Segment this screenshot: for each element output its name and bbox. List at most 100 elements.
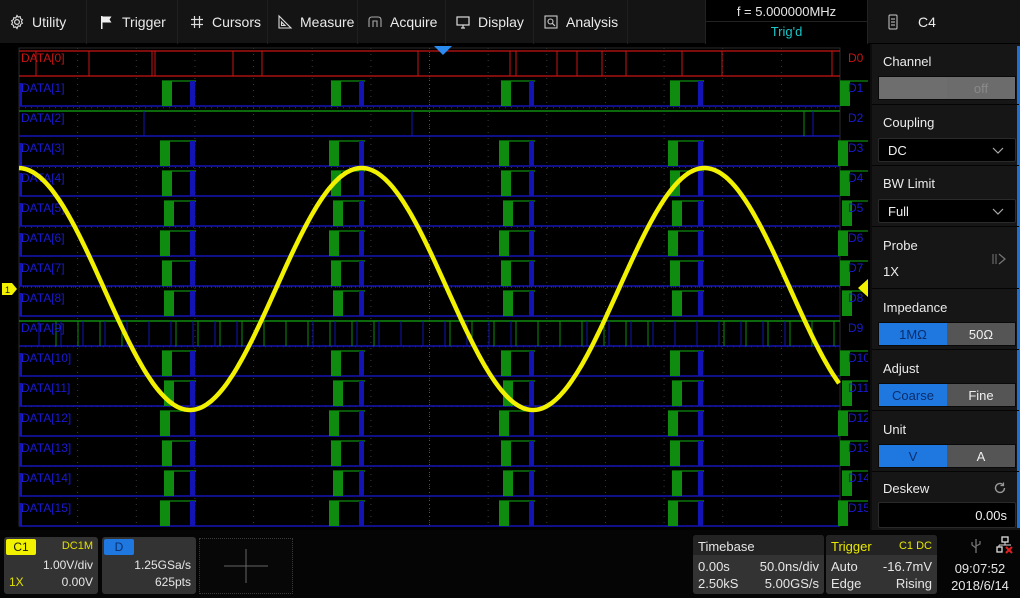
c1-coupling: DC1M	[61, 540, 93, 552]
channel-header-label: C4	[918, 14, 936, 30]
menu-cursors[interactable]: Cursors	[180, 0, 268, 44]
digital-pulse-low	[698, 261, 703, 286]
digital-pulse-low	[529, 411, 534, 436]
bw-limit-value: Full	[888, 203, 909, 219]
unit-option-v[interactable]: V	[879, 445, 947, 467]
timebase-card[interactable]: Timebase 0.00s 50.0ns/div 2.50kS 5.00GS/…	[693, 535, 824, 594]
impedance-option-50ohm[interactable]: 50Ω	[947, 323, 1015, 345]
digital-pulse-high	[501, 171, 511, 196]
adjust-toggle[interactable]: Coarse Fine	[878, 383, 1016, 407]
digital-channel-label: DATA[15]	[21, 501, 71, 515]
adjust-option-fine[interactable]: Fine	[947, 384, 1015, 406]
unit-section: Unit V A	[872, 411, 1019, 472]
digital-channel-tag: D10	[848, 351, 868, 365]
c1-probe: 1X	[9, 575, 24, 589]
channel-toggle-on-side[interactable]	[879, 77, 947, 99]
frequency-readout: f = 5.000000MHz	[736, 4, 837, 19]
digital-pulse-low	[190, 501, 195, 526]
trigger-type: Edge	[831, 576, 862, 591]
unit-option-a[interactable]: A	[947, 445, 1015, 467]
trigger-card[interactable]: Trigger C1 DC Auto -16.7mV Edge Rising	[826, 535, 937, 594]
bw-limit-dropdown[interactable]: Full	[878, 199, 1016, 223]
menu-display[interactable]: Display	[446, 0, 534, 44]
digital-pulse-high	[672, 291, 682, 316]
digital-pulse-low	[359, 201, 364, 226]
digital-channel-label: DATA[9]	[21, 321, 65, 335]
digital-channel-tag: D7	[848, 261, 864, 275]
digital-channel-label: DATA[5]	[21, 201, 65, 215]
deskew-input[interactable]: 0.00s	[878, 502, 1016, 528]
digital-pulse-low	[359, 81, 364, 106]
digital-channel-tag: D15	[848, 501, 868, 515]
digital-channel-tag: D8	[848, 291, 864, 305]
menu-bar: Utility Trigger Cursors Measure Acquire …	[0, 0, 1020, 44]
digital-pulse-high	[501, 261, 511, 286]
digital-pulse-high	[160, 501, 170, 526]
menu-measure-label: Measure	[300, 14, 355, 30]
menu-acquire[interactable]: Acquire	[358, 0, 446, 44]
digital-pulse-low	[698, 501, 703, 526]
chevron-down-icon	[992, 147, 1004, 154]
menu-cursors-label: Cursors	[212, 14, 262, 30]
adjust-option-coarse[interactable]: Coarse	[879, 384, 947, 406]
digital-pulse-low	[529, 291, 534, 316]
digital-pulse-high	[160, 411, 170, 436]
digital-pulse-low	[698, 381, 703, 406]
digital-pulse-low	[529, 471, 534, 496]
digital-channel-label: DATA[3]	[21, 141, 65, 155]
channel-toggle-off[interactable]: off	[947, 77, 1015, 99]
digital-pulse-high	[329, 501, 339, 526]
timebase-scale: 50.0ns/div	[759, 559, 819, 574]
channel-toggle[interactable]: off	[878, 76, 1016, 100]
digital-pulse-high	[160, 231, 170, 256]
adjust-section: Adjust Coarse Fine	[872, 350, 1019, 411]
graticule-border	[18, 47, 841, 527]
digital-pulse-low	[190, 141, 195, 166]
digital-channel-card[interactable]: D 1.25GSa/s 625pts	[102, 537, 196, 594]
trigger-mode: Auto	[831, 559, 858, 574]
digital-pulse-low	[698, 81, 703, 106]
digital-points: 625pts	[154, 575, 191, 589]
impedance-label: Impedance	[883, 300, 948, 315]
digital-pulse-low	[529, 141, 534, 166]
probe-section[interactable]: Probe 1X	[872, 227, 1019, 289]
usb-icon	[971, 539, 981, 553]
coupling-section: Coupling DC	[872, 105, 1019, 166]
digital-pulse-low	[698, 471, 703, 496]
frequency-counter: f = 5.000000MHz Trig'd	[705, 0, 868, 44]
digital-channel-tag: D1	[848, 81, 864, 95]
digital-pulse-high	[329, 141, 339, 166]
menu-trigger[interactable]: Trigger	[90, 0, 178, 44]
menu-analysis[interactable]: Analysis	[534, 0, 628, 44]
timebase-sample-rate: 5.00GS/s	[764, 576, 819, 591]
unit-toggle[interactable]: V A	[878, 444, 1016, 468]
digital-pulse-low	[529, 501, 534, 526]
waveform-display[interactable]: DATA[0] D0 DATA[1] D1 DATA[2] D2 DATA[3] D3 DATA…	[0, 44, 868, 530]
clock-time: 09:07:52	[954, 561, 1006, 576]
coupling-dropdown[interactable]: DC	[878, 138, 1016, 162]
digital-pulse-low	[190, 231, 195, 256]
digital-channel-label: DATA[6]	[21, 231, 65, 245]
deskew-label: Deskew	[883, 481, 930, 496]
digital-pulse-low	[698, 141, 703, 166]
timebase-delay: 0.00s	[698, 559, 730, 574]
digital-channel-tag: D11	[848, 381, 868, 395]
network-disconnected-icon	[996, 536, 1013, 554]
impedance-option-1mohm[interactable]: 1MΩ	[879, 323, 947, 345]
digital-channel-label: DATA[7]	[21, 261, 65, 275]
reset-icon[interactable]	[993, 481, 1007, 495]
crosshair-icon	[224, 549, 268, 583]
bw-limit-section: BW Limit Full	[872, 166, 1019, 227]
clock-date: 2018/6/14	[951, 578, 1009, 593]
waveform-canvas[interactable]: DATA[0] D0 DATA[1] D1 DATA[2] D2 DATA[3] D3 DATA…	[0, 44, 868, 530]
channel-label: Channel	[883, 54, 932, 69]
touch-pad[interactable]	[199, 538, 293, 594]
c1-channel-card[interactable]: C1 DC1M 1.00V/div 1X 0.00V	[4, 537, 98, 594]
menu-utility[interactable]: Utility	[0, 0, 87, 44]
channel-menu-header[interactable]: C4	[868, 0, 1020, 44]
digital-pulse-low	[529, 81, 534, 106]
digital-pulse-low	[698, 171, 703, 196]
menu-measure[interactable]: Measure	[268, 0, 358, 44]
digital-pulse-high	[162, 81, 172, 106]
impedance-toggle[interactable]: 1MΩ 50Ω	[878, 322, 1016, 346]
